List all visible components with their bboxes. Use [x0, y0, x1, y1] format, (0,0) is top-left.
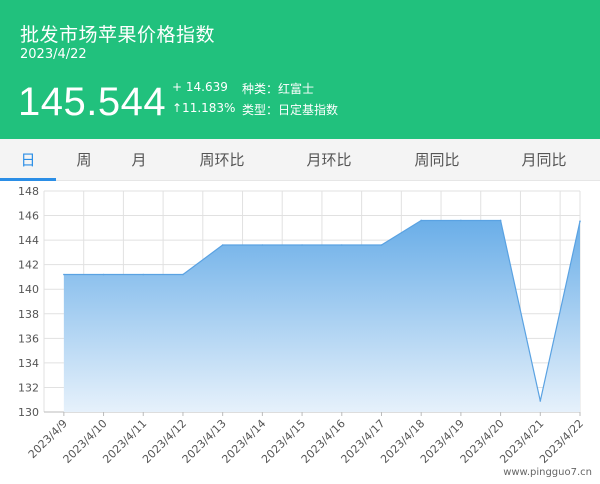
data-point: [182, 273, 184, 276]
data-point: [102, 273, 105, 276]
index-change-percent: ↑11.183%: [172, 101, 236, 115]
area-chart-svg: 1301321341361381401421441461482023/4/920…: [18, 185, 586, 466]
tab-week-on-week[interactable]: 周环比: [190, 139, 254, 181]
y-tick-label: 132: [18, 381, 39, 394]
tab-day[interactable]: 日: [0, 139, 56, 181]
data-point: [499, 219, 502, 222]
data-point: [261, 244, 264, 246]
data-point: [221, 244, 224, 246]
y-tick-label: 134: [18, 357, 39, 370]
data-point: [579, 220, 581, 222]
price-chart: 130 132 134 136 138 140 142 144 146 148 2023/4/9 20…: [0, 181, 600, 484]
period-tabs: 日 周 月 周环比 月环比 周同比 月同比: [0, 139, 600, 181]
y-tick-label: 138: [18, 308, 39, 321]
page-title: 批发市场苹果价格指数: [20, 24, 216, 46]
y-tick-label: 144: [18, 234, 39, 247]
tab-month-year-on-year[interactable]: 月同比: [512, 139, 576, 181]
y-tick-label: 148: [18, 185, 39, 198]
series-area: [63, 220, 580, 412]
tab-month[interactable]: 月: [123, 139, 155, 181]
variety-label: 种类：红富士: [242, 82, 315, 96]
data-point: [63, 273, 65, 276]
y-tick-label: 146: [18, 210, 39, 223]
y-tick-label: 142: [18, 259, 39, 272]
y-tick-label: 136: [18, 332, 39, 345]
index-date: 2023/4/22: [20, 47, 87, 62]
y-tick-label: 140: [18, 283, 39, 296]
data-point: [460, 219, 462, 222]
index-type-label: 类型：日定基指数: [242, 103, 339, 117]
tab-month-on-month[interactable]: 月环比: [297, 139, 361, 181]
data-point: [539, 400, 542, 402]
index-change: + 14.639: [172, 80, 228, 94]
data-point: [420, 219, 422, 222]
data-point: [340, 244, 343, 246]
index-value: 145.544: [18, 80, 167, 124]
data-point: [142, 273, 145, 276]
y-tick-label: 130: [18, 406, 39, 419]
tab-week[interactable]: 周: [68, 139, 100, 181]
tab-week-year-on-year[interactable]: 周同比: [405, 139, 469, 181]
header-panel: 批发市场苹果价格指数 2023/4/22 145.544 + 14.639 ↑1…: [0, 0, 600, 139]
data-point: [380, 244, 383, 246]
watermark: www.pingguo7.cn: [503, 467, 592, 478]
data-point: [301, 244, 303, 246]
